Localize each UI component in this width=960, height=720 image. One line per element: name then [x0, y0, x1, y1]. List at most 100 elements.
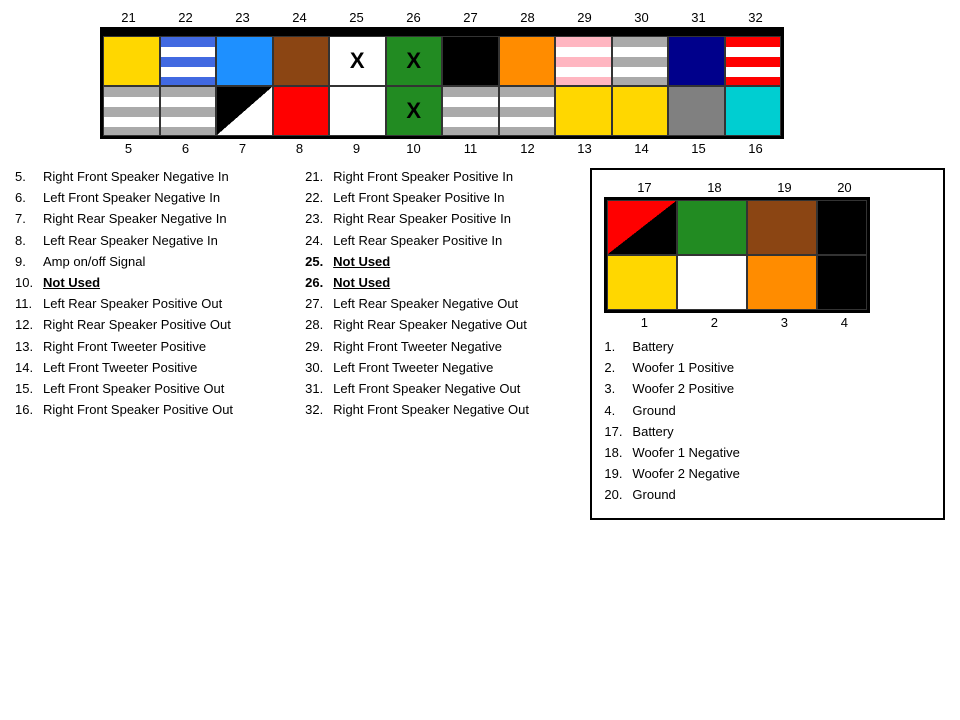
right-legend-item-19: 19.Woofer 2 Negative	[604, 465, 931, 483]
cell-9-bot	[329, 86, 386, 136]
right-legend-item-1: 1.Battery	[604, 338, 931, 356]
legend-text-27: Left Rear Speaker Negative Out	[333, 295, 518, 313]
cell-13-bot	[555, 86, 612, 136]
small-pin-4: 4	[819, 315, 869, 330]
top-pin-31: 31	[670, 10, 727, 25]
bot-pin-5: 5	[100, 141, 157, 156]
right-legend-item-4: 4.Ground	[604, 402, 931, 420]
legend-num-8: 8.	[15, 232, 43, 250]
right-legend-num-1: 1.	[604, 338, 632, 356]
small-top-pins: 17 18 19 20	[609, 180, 931, 195]
legend-num-26: 26.	[305, 274, 333, 292]
legend-num-14: 14.	[15, 359, 43, 377]
legend-num-6: 6.	[15, 189, 43, 207]
small-bot-pins: 1 2 3 4	[609, 315, 931, 330]
right-legend-text-17: Battery	[632, 423, 673, 441]
cell-8-bot	[273, 86, 330, 136]
small-pin-1: 1	[609, 315, 679, 330]
bot-pin-13: 13	[556, 141, 613, 156]
legend-item-30: 30.Left Front Tweeter Negative	[305, 359, 590, 377]
legend-num-11: 11.	[15, 295, 43, 313]
bot-pin-11: 11	[442, 141, 499, 156]
legend-item-8: 8.Left Rear Speaker Negative In	[15, 232, 305, 250]
legend-text-24: Left Rear Speaker Positive In	[333, 232, 502, 250]
legend-item-26: 26.Not Used	[305, 274, 590, 292]
cell-15-bot	[668, 86, 725, 136]
legend-item-21: 21.Right Front Speaker Positive In	[305, 168, 590, 186]
legend-num-9: 9.	[15, 253, 43, 271]
small-pin-3: 3	[749, 315, 819, 330]
legend-num-21: 21.	[305, 168, 333, 186]
small-cell-17-top	[607, 200, 677, 255]
legend-item-13: 13.Right Front Tweeter Positive	[15, 338, 305, 356]
legend-text-7: Right Rear Speaker Negative In	[43, 210, 227, 228]
right-legend-item-18: 18.Woofer 1 Negative	[604, 444, 931, 462]
right-legend-num-17: 17.	[604, 423, 632, 441]
top-pin-23: 23	[214, 10, 271, 25]
connector-row-2: X	[103, 86, 781, 136]
legend-num-27: 27.	[305, 295, 333, 313]
small-cell-3-bot	[747, 255, 817, 310]
cell-24-top	[273, 36, 330, 86]
cell-10-bot: X	[386, 86, 443, 136]
right-legend-num-2: 2.	[604, 359, 632, 377]
legend-num-12: 12.	[15, 316, 43, 334]
legend-item-28: 28.Right Rear Speaker Negative Out	[305, 316, 590, 334]
legend-num-7: 7.	[15, 210, 43, 228]
legend-text-32: Right Front Speaker Negative Out	[333, 401, 529, 419]
legend-item-32: 32.Right Front Speaker Negative Out	[305, 401, 590, 419]
small-row-2	[607, 255, 867, 310]
legend-text-25: Not Used	[333, 253, 390, 271]
right-legend-item-17: 17.Battery	[604, 423, 931, 441]
legend-item-6: 6.Left Front Speaker Negative In	[15, 189, 305, 207]
legend-text-31: Left Front Speaker Negative Out	[333, 380, 520, 398]
small-cell-4-bot	[817, 255, 867, 310]
cell-32-top	[725, 36, 782, 86]
legend-item-31: 31.Left Front Speaker Negative Out	[305, 380, 590, 398]
bot-pin-8: 8	[271, 141, 328, 156]
legend-item-29: 29.Right Front Tweeter Negative	[305, 338, 590, 356]
top-pin-27: 27	[442, 10, 499, 25]
small-pin-19: 19	[749, 180, 819, 195]
top-pin-22: 22	[157, 10, 214, 25]
right-panel: 17 18 19 20	[590, 168, 945, 520]
small-cell-19-top	[747, 200, 817, 255]
legend-item-25: 25.Not Used	[305, 253, 590, 271]
cell-26-top: X	[386, 36, 443, 86]
right-legend-item-3: 3.Woofer 2 Positive	[604, 380, 931, 398]
legend-num-23: 23.	[305, 210, 333, 228]
cell-31-top	[668, 36, 725, 86]
right-legend-num-4: 4.	[604, 402, 632, 420]
bot-pin-9: 9	[328, 141, 385, 156]
legend-text-22: Left Front Speaker Positive In	[333, 189, 504, 207]
cell-11-bot	[442, 86, 499, 136]
legend-text-9: Amp on/off Signal	[43, 253, 145, 271]
small-pin-2: 2	[679, 315, 749, 330]
legend-num-13: 13.	[15, 338, 43, 356]
cell-12-bot	[499, 86, 556, 136]
legend-item-24: 24.Left Rear Speaker Positive In	[305, 232, 590, 250]
legend-text-6: Left Front Speaker Negative In	[43, 189, 220, 207]
legend-item-14: 14.Left Front Tweeter Positive	[15, 359, 305, 377]
top-pin-25: 25	[328, 10, 385, 25]
right-legend-text-3: Woofer 2 Positive	[632, 380, 734, 398]
top-pin-26: 26	[385, 10, 442, 25]
legend-text-15: Left Front Speaker Positive Out	[43, 380, 224, 398]
right-legend-text-2: Woofer 1 Positive	[632, 359, 734, 377]
legend-num-16: 16.	[15, 401, 43, 419]
legend-num-30: 30.	[305, 359, 333, 377]
connector-grid: X X X	[100, 33, 784, 139]
legend-num-32: 32.	[305, 401, 333, 419]
middle-legend: 21.Right Front Speaker Positive In 22.Le…	[305, 168, 590, 520]
small-connector-grid	[604, 197, 870, 313]
top-pin-28: 28	[499, 10, 556, 25]
bot-pin-15: 15	[670, 141, 727, 156]
small-cell-1-bot	[607, 255, 677, 310]
legend-text-5: Right Front Speaker Negative In	[43, 168, 229, 186]
cell-5-bot	[103, 86, 160, 136]
cell-28-top	[499, 36, 556, 86]
legend-text-12: Right Rear Speaker Positive Out	[43, 316, 231, 334]
legend-num-29: 29.	[305, 338, 333, 356]
legend-item-22: 22.Left Front Speaker Positive In	[305, 189, 590, 207]
cell-30-top	[612, 36, 669, 86]
